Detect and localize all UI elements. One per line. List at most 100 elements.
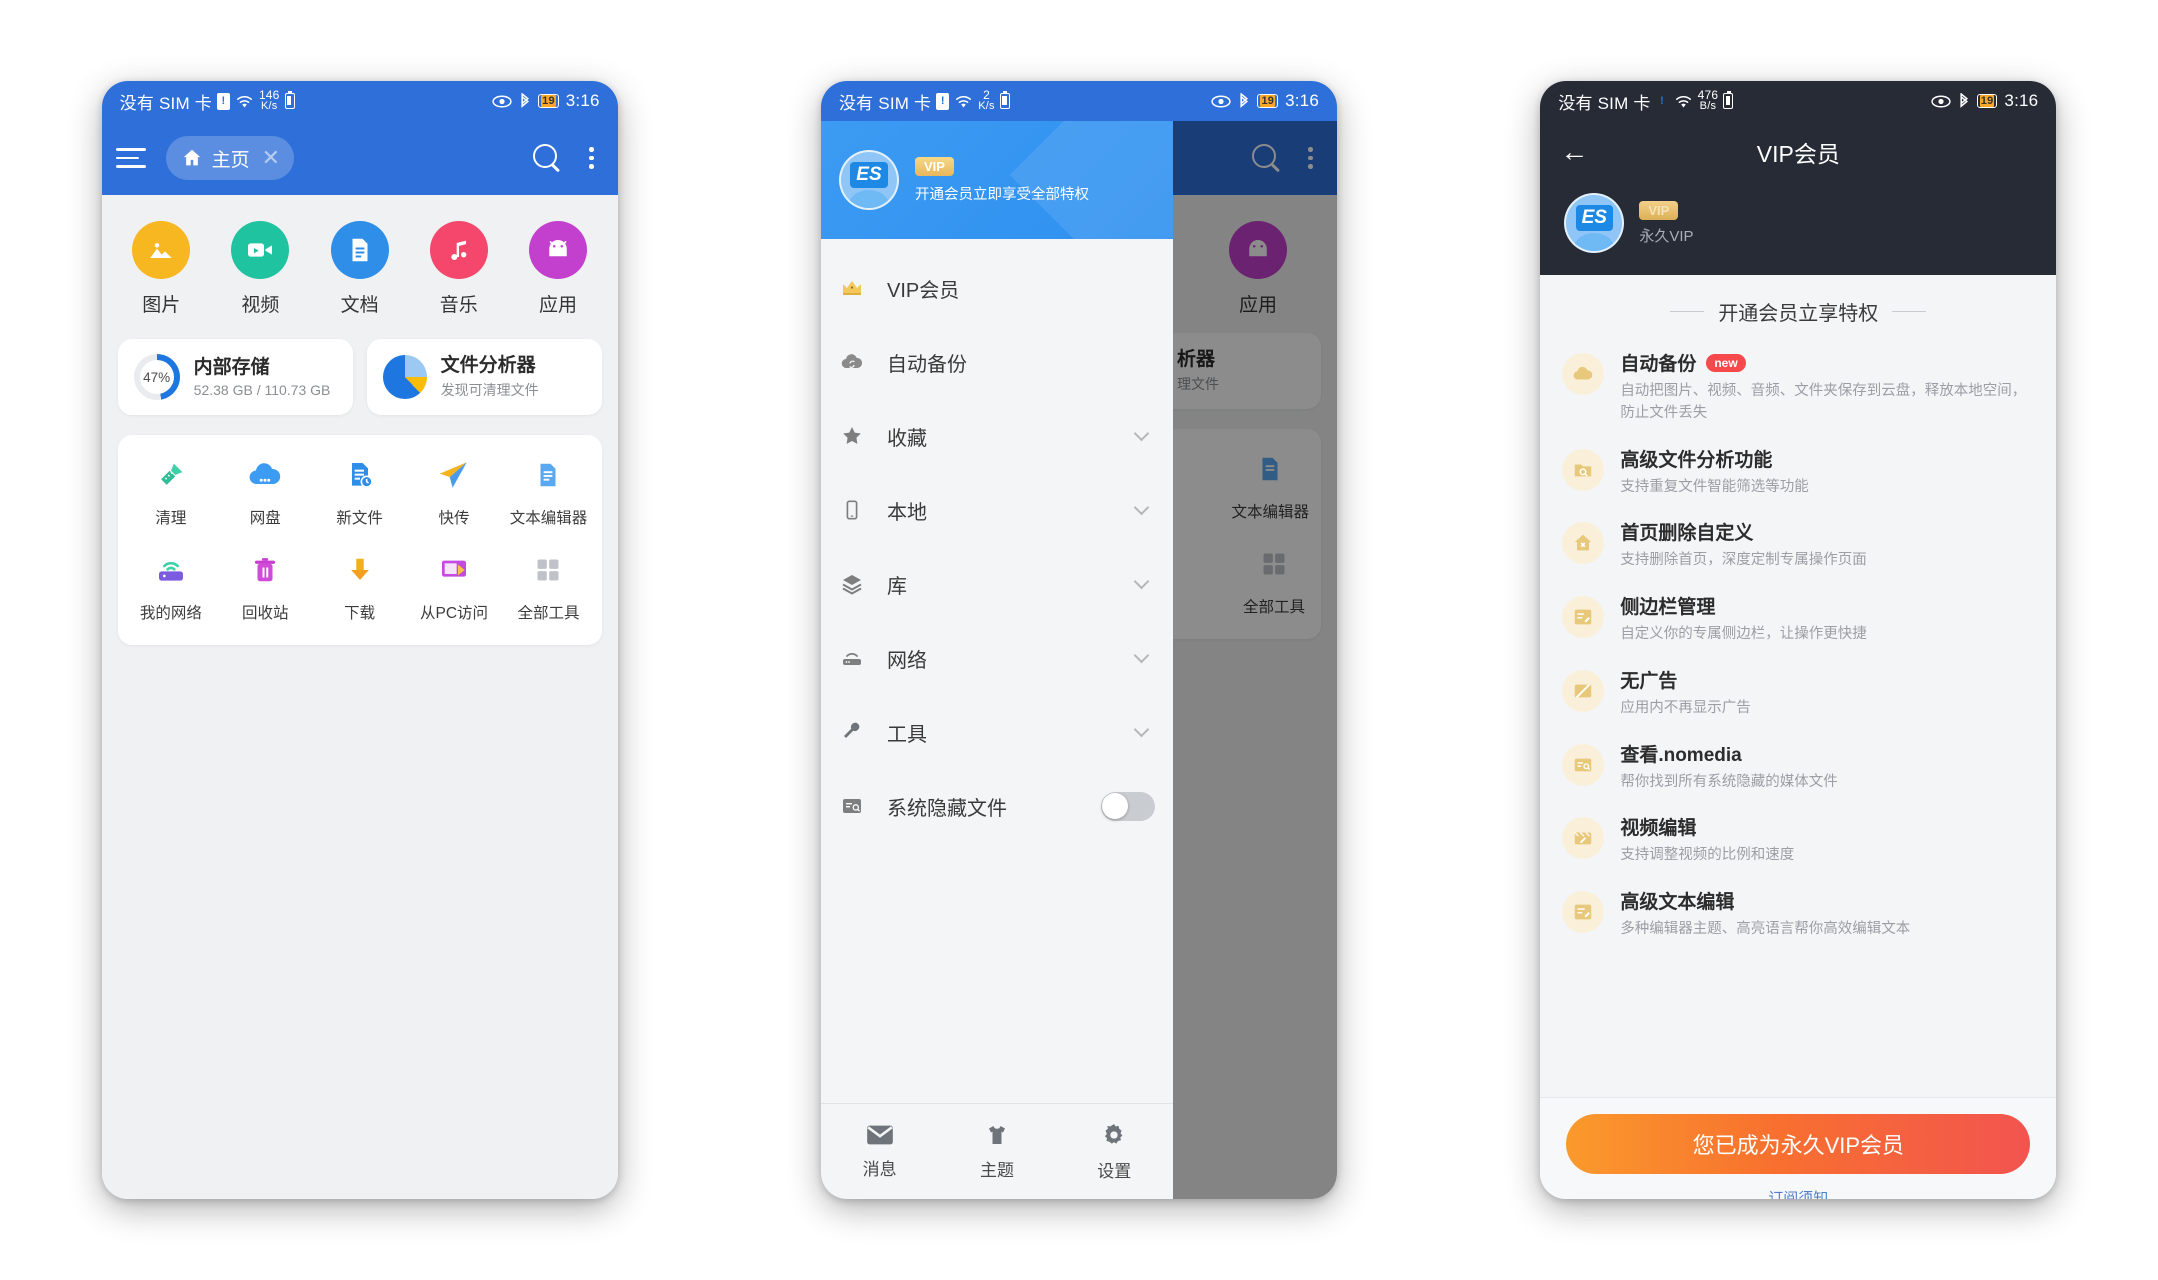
network-rate-indicator: 146 K/s bbox=[258, 88, 280, 113]
internal-storage-card[interactable]: 47% 内部存储 52.38 GB / 110.73 GB bbox=[117, 339, 353, 415]
benefit-title: 视频编辑 bbox=[1620, 818, 1697, 840]
my-network-icon bbox=[151, 550, 191, 590]
category-label: 音乐 bbox=[439, 295, 478, 316]
network-rate-indicator: 2 K/s bbox=[978, 88, 995, 113]
benefit-title-row: 侧边栏管理 bbox=[1620, 592, 1867, 619]
eye-icon bbox=[1211, 94, 1232, 108]
avatar[interactable]: ES bbox=[1564, 193, 1625, 253]
recycle-bin-icon bbox=[245, 550, 285, 590]
status-bar-phone1: 没有 SIM 卡 146K/s 19 3:16 bbox=[101, 81, 618, 121]
hamburger-icon[interactable] bbox=[115, 148, 146, 168]
drawer-item-hidden-files[interactable]: 系统隐藏文件 bbox=[821, 769, 1173, 843]
drawer-item-local[interactable]: 本地 bbox=[821, 473, 1173, 547]
file-analyzer-card[interactable]: 文件分析器 发现可清理文件 bbox=[366, 339, 602, 415]
category-documents[interactable]: 文档 bbox=[317, 221, 403, 317]
status-bar-phone3: 没有 SIM 卡 476B/s 19 3:16 bbox=[1540, 81, 2057, 121]
list-item: 高级文本编辑 多种编辑器主题、高亮语言帮你高效编辑文本 bbox=[1562, 878, 2034, 952]
drawer-item-network[interactable]: 网络 bbox=[821, 621, 1173, 695]
bottom-nav-label: 主题 bbox=[979, 1160, 1014, 1180]
drawer-bottom-nav: 消息 主题 设置 bbox=[820, 1103, 1173, 1199]
tool-pc-access[interactable]: 从PC访问 bbox=[407, 550, 501, 623]
chevron-down-icon[interactable] bbox=[1133, 721, 1150, 738]
list-item: 查看.nomedia 帮你找到所有系统隐藏的媒体文件 bbox=[1562, 731, 2034, 805]
benefit-desc: 支持调整视频的比例和速度 bbox=[1620, 847, 1795, 864]
battery-percent-icon: 19 bbox=[1257, 94, 1279, 108]
drawer-item-library[interactable]: 库 bbox=[821, 547, 1173, 621]
drawer-item-favorites[interactable]: 收藏 bbox=[821, 399, 1173, 473]
chevron-down-icon[interactable] bbox=[1133, 425, 1150, 442]
drawer-item-vip[interactable]: VIP会员 bbox=[821, 251, 1173, 325]
drawer-header-vip-banner[interactable]: ES VIP 开通会员立即享受全部特权 bbox=[820, 121, 1173, 239]
tab-home[interactable]: 主页 ✕ bbox=[165, 136, 295, 180]
tool-cloud-drive[interactable]: 网盘 bbox=[218, 455, 312, 528]
benefit-title: 高级文本编辑 bbox=[1620, 892, 1735, 913]
crown-icon bbox=[839, 276, 865, 300]
hidden-files-toggle[interactable] bbox=[1100, 791, 1155, 821]
battery-percent-icon: 19 bbox=[538, 94, 559, 108]
vip-cta-button[interactable]: 您已成为永久VIP会员 bbox=[1566, 1114, 2031, 1174]
category-music[interactable]: 音乐 bbox=[416, 221, 502, 317]
no-ads-icon bbox=[1562, 669, 1605, 712]
chevron-down-icon[interactable] bbox=[1133, 647, 1150, 664]
wifi-icon bbox=[1675, 95, 1691, 107]
vip-user-row: ES VIP 永久VIP bbox=[1540, 183, 2056, 253]
pc-access-icon bbox=[434, 550, 474, 590]
benefits-section-title: 开通会员立享特权 bbox=[1540, 275, 2056, 340]
storage-percent-label: 47% bbox=[143, 369, 171, 385]
category-images[interactable]: 图片 bbox=[118, 221, 204, 317]
drawer-item-auto-backup[interactable]: 自动备份 bbox=[821, 325, 1173, 399]
benefit-desc: 应用内不再显示广告 bbox=[1620, 699, 1751, 716]
all-tools-grid-icon bbox=[528, 550, 568, 590]
battery-small-icon bbox=[1723, 91, 1734, 109]
tool-fast-transfer[interactable]: 快传 bbox=[407, 455, 501, 528]
tab-home-label: 主页 bbox=[211, 149, 250, 171]
tool-new-file[interactable]: 新文件 bbox=[312, 455, 406, 528]
tool-all-tools[interactable]: 全部工具 bbox=[501, 550, 595, 623]
tool-text-editor[interactable]: 文本编辑器 bbox=[501, 455, 595, 528]
sim-warning-icon bbox=[216, 92, 230, 110]
bottom-nav-settings[interactable]: 设置 bbox=[1056, 1104, 1173, 1199]
bottom-nav-label: 设置 bbox=[1097, 1161, 1132, 1181]
list-item: 无广告 应用内不再显示广告 bbox=[1562, 657, 2034, 731]
tool-download[interactable]: 下载 bbox=[312, 550, 406, 623]
avatar[interactable]: ES bbox=[838, 150, 899, 210]
wifi-icon bbox=[236, 95, 252, 107]
tools-panel: 清理 网盘 新文件 快传 文本编辑器 我的网络 回收站 下载 从PC访问 全部工… bbox=[117, 435, 602, 645]
drawer-item-label: 收藏 bbox=[886, 427, 927, 450]
benefit-title-row: 高级文本编辑 bbox=[1620, 887, 1910, 914]
overflow-menu-button[interactable] bbox=[579, 147, 604, 169]
tool-my-network[interactable]: 我的网络 bbox=[124, 550, 218, 623]
wifi-icon bbox=[956, 95, 972, 107]
benefit-title: 查看.nomedia bbox=[1620, 744, 1742, 766]
storage-title: 内部存储 bbox=[193, 356, 270, 378]
sim-warning-icon bbox=[936, 92, 950, 110]
tool-recycle-bin[interactable]: 回收站 bbox=[218, 550, 312, 623]
subscription-terms-link[interactable]: 订阅须知 bbox=[1566, 1187, 2030, 1199]
list-item: 侧边栏管理 自定义你的专属侧边栏，让操作更快捷 bbox=[1562, 583, 2034, 657]
clock-label: 3:16 bbox=[1285, 91, 1319, 110]
benefit-title: 首页删除自定义 bbox=[1620, 523, 1754, 545]
star-icon bbox=[839, 424, 865, 448]
sim-warning-icon bbox=[1655, 92, 1669, 110]
storage-subtitle: 52.38 GB / 110.73 GB bbox=[193, 382, 331, 399]
chevron-down-icon[interactable] bbox=[1133, 499, 1150, 516]
back-arrow-icon[interactable]: ← bbox=[1560, 138, 1588, 166]
analyzer-subtitle: 发现可清理文件 bbox=[440, 382, 539, 399]
search-button[interactable] bbox=[523, 143, 567, 173]
category-label: 视频 bbox=[241, 295, 280, 316]
network-rate-indicator: 476 B/s bbox=[1697, 88, 1719, 113]
category-videos[interactable]: 视频 bbox=[217, 221, 303, 317]
category-apps[interactable]: 应用 bbox=[515, 221, 601, 317]
chevron-down-icon[interactable] bbox=[1133, 573, 1150, 590]
status-bar-phone2: 没有 SIM 卡 2K/s 19 3:16 bbox=[820, 81, 1337, 121]
tool-clean[interactable]: 清理 bbox=[124, 455, 218, 528]
text-editor-icon bbox=[528, 455, 568, 495]
close-tab-icon[interactable]: ✕ bbox=[259, 147, 283, 169]
bottom-nav-messages[interactable]: 消息 bbox=[821, 1104, 938, 1199]
section-title-label: 开通会员立享特权 bbox=[1718, 303, 1879, 325]
bottom-nav-theme[interactable]: 主题 bbox=[938, 1104, 1055, 1199]
benefit-title: 无广告 bbox=[1620, 670, 1678, 692]
battery-percent-icon: 19 bbox=[1976, 94, 1998, 108]
drawer-item-tools[interactable]: 工具 bbox=[821, 695, 1173, 769]
new-file-icon bbox=[340, 455, 380, 495]
